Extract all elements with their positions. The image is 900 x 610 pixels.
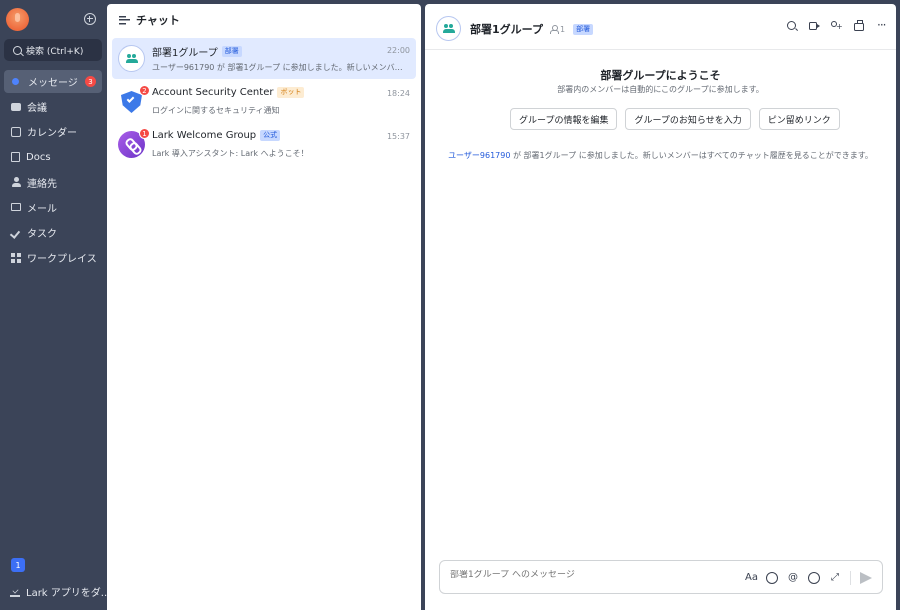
download-icon (10, 587, 20, 597)
conversation-panel: 部署1グループ 1 部署 ··· 部署グループにようこそ 部署内のメンバーは自動… (425, 4, 896, 610)
nav-item-tasks[interactable]: タスク (4, 221, 102, 244)
chat-preview: ユーザー961790 が 部署1グループ に参加しました。新しいメンバーはすべて… (152, 63, 410, 72)
pinned-link-button[interactable]: ピン留めリンク (758, 108, 840, 130)
message-composer: Aa @ ⤢ (439, 560, 883, 594)
calendar-icon (11, 126, 21, 137)
mail-icon (11, 203, 21, 212)
nav-item-label: メール (27, 203, 57, 215)
docs-icon (11, 152, 20, 163)
chat-item-department-group[interactable]: 部署1グループ 部署 22:00 ユーザー961790 が 部署1グループ に参… (112, 38, 416, 79)
search-icon (13, 45, 22, 55)
nav-item-contacts[interactable]: 連絡先 (4, 171, 102, 194)
composer-toolbar: Aa @ ⤢ (745, 571, 872, 585)
send-icon[interactable] (860, 572, 872, 584)
nav-top-bar (0, 0, 107, 40)
system-message: ユーザー961790 が 部署1グループ に参加しました。新しいメンバーはすべて… (425, 150, 896, 161)
nav-item-docs[interactable]: Docs (4, 146, 102, 169)
add-member-icon[interactable] (830, 21, 843, 32)
group-avatar-icon[interactable] (436, 16, 461, 41)
chat-list-header: チャット (107, 4, 421, 36)
nav-item-calendar[interactable]: カレンダー (4, 120, 102, 143)
search-button[interactable]: 検索 (Ctrl+K) (4, 39, 102, 61)
nav-list: メッセージ 3 会議 カレンダー Docs 連絡先 メール タスク ワークプレイ… (4, 70, 102, 272)
search-chat-icon[interactable] (787, 21, 796, 30)
user-avatar[interactable] (6, 8, 29, 31)
text-format-icon[interactable]: Aa (745, 572, 758, 584)
download-app-link[interactable]: Lark アプリをダ... (10, 584, 110, 599)
system-message-text: が 部署1グループ に参加しました。新しいメンバーはすべてのチャット履歴を見るこ… (510, 151, 873, 160)
nav-item-label: 連絡先 (27, 178, 57, 190)
nav-item-workplace[interactable]: ワークプレイス (4, 246, 102, 269)
nav-item-mail[interactable]: メール (4, 196, 102, 219)
chat-item-title: Account Security Center ボット (152, 87, 305, 98)
nav-item-label: カレンダー (27, 128, 77, 140)
chat-preview: Lark 導入アシスタント: Lark へようこそ！ (152, 149, 309, 158)
welcome-title: 部署グループにようこそ (600, 69, 721, 82)
toolbar-divider (850, 571, 851, 585)
nav-item-label: メッセージ (28, 78, 78, 89)
group-announcement-button[interactable]: グループのお知らせを入力 (625, 108, 751, 130)
unread-badge: 3 (85, 76, 96, 87)
person-icon (550, 25, 559, 34)
share-icon[interactable] (854, 20, 864, 31)
chat-time: 18:24 (386, 89, 410, 98)
search-label: 検索 (Ctrl+K) (26, 46, 84, 57)
chat-item-account-security[interactable]: 2 Account Security Center ボット 18:24 ログイン… (112, 81, 416, 122)
chat-item-lark-welcome[interactable]: 1 Lark Welcome Group 公式 15:37 Lark 導入アシス… (112, 124, 416, 165)
download-label: Lark アプリをダ... (26, 588, 111, 599)
conversation-title: 部署1グループ 1 部署 (470, 21, 594, 37)
official-tag: 公式 (260, 130, 281, 141)
chat-item-title: 部署1グループ 部署 (152, 44, 242, 59)
group-name[interactable]: 部署1グループ (470, 21, 543, 37)
emoji-icon[interactable] (766, 572, 778, 584)
nav-item-meetings[interactable]: 会議 (4, 95, 102, 118)
member-count[interactable]: 1 (550, 25, 565, 34)
expand-icon[interactable]: ⤢ (829, 572, 841, 584)
message-input[interactable] (450, 570, 730, 580)
more-icon[interactable]: ··· (877, 19, 888, 32)
unread-badge: 2 (139, 85, 150, 96)
left-navigation: 検索 (Ctrl+K) メッセージ 3 会議 カレンダー Docs 連絡先 メー… (0, 0, 110, 610)
mention-icon[interactable]: @ (787, 572, 799, 584)
link-icon: 1 (118, 128, 150, 158)
unread-badge: 1 (139, 128, 150, 139)
shield-icon: 2 (118, 85, 150, 115)
collapse-sidebar-icon[interactable]: 1 (11, 558, 25, 572)
nav-item-label: 会議 (27, 103, 47, 115)
member-count-value: 1 (560, 24, 566, 34)
user-link[interactable]: ユーザー961790 (448, 151, 510, 160)
welcome-actions: グループの情報を編集 グループのお知らせを入力 ピン留めリンク (510, 108, 840, 130)
contacts-icon (11, 177, 21, 188)
header-toolbar: ··· (787, 19, 888, 32)
nav-item-label: Docs (26, 151, 51, 163)
welcome-subtitle: 部署内のメンバーは自動的にこのグループに参加します。 (557, 85, 764, 94)
video-meeting-icon (11, 102, 21, 111)
chat-name: Lark Welcome Group (152, 130, 257, 141)
collapse-list-icon[interactable] (119, 15, 130, 25)
add-circle-icon[interactable] (84, 13, 96, 25)
group-avatar-icon (118, 45, 145, 72)
department-tag: 部署 (221, 46, 242, 57)
conversation-header: 部署1グループ 1 部署 ··· (425, 4, 896, 50)
bot-tag: ボット (277, 87, 305, 98)
chat-time: 15:37 (386, 132, 410, 141)
nav-item-messages[interactable]: メッセージ 3 (4, 70, 102, 93)
chat-preview: ログインに関するセキュリティ通知 (152, 106, 280, 115)
video-call-icon[interactable] (809, 22, 820, 30)
chat-item-title: Lark Welcome Group 公式 (152, 130, 281, 141)
nav-item-label: タスク (27, 229, 57, 241)
workplace-icon (11, 252, 21, 263)
chat-name: 部署1グループ (152, 48, 218, 59)
department-tag: 部署 (573, 23, 594, 35)
nav-item-label: ワークプレイス (27, 254, 97, 266)
chat-list-panel: チャット 部署1グループ 部署 22:00 ユーザー961790 が 部署1グル… (107, 4, 421, 610)
chat-list-title: チャット (136, 14, 180, 27)
edit-group-info-button[interactable]: グループの情報を編集 (510, 108, 618, 130)
chat-time: 22:00 (386, 46, 410, 55)
chat-name: Account Security Center (152, 87, 274, 98)
task-icon (11, 228, 21, 238)
message-icon (12, 78, 19, 85)
plus-icon[interactable] (808, 572, 820, 584)
